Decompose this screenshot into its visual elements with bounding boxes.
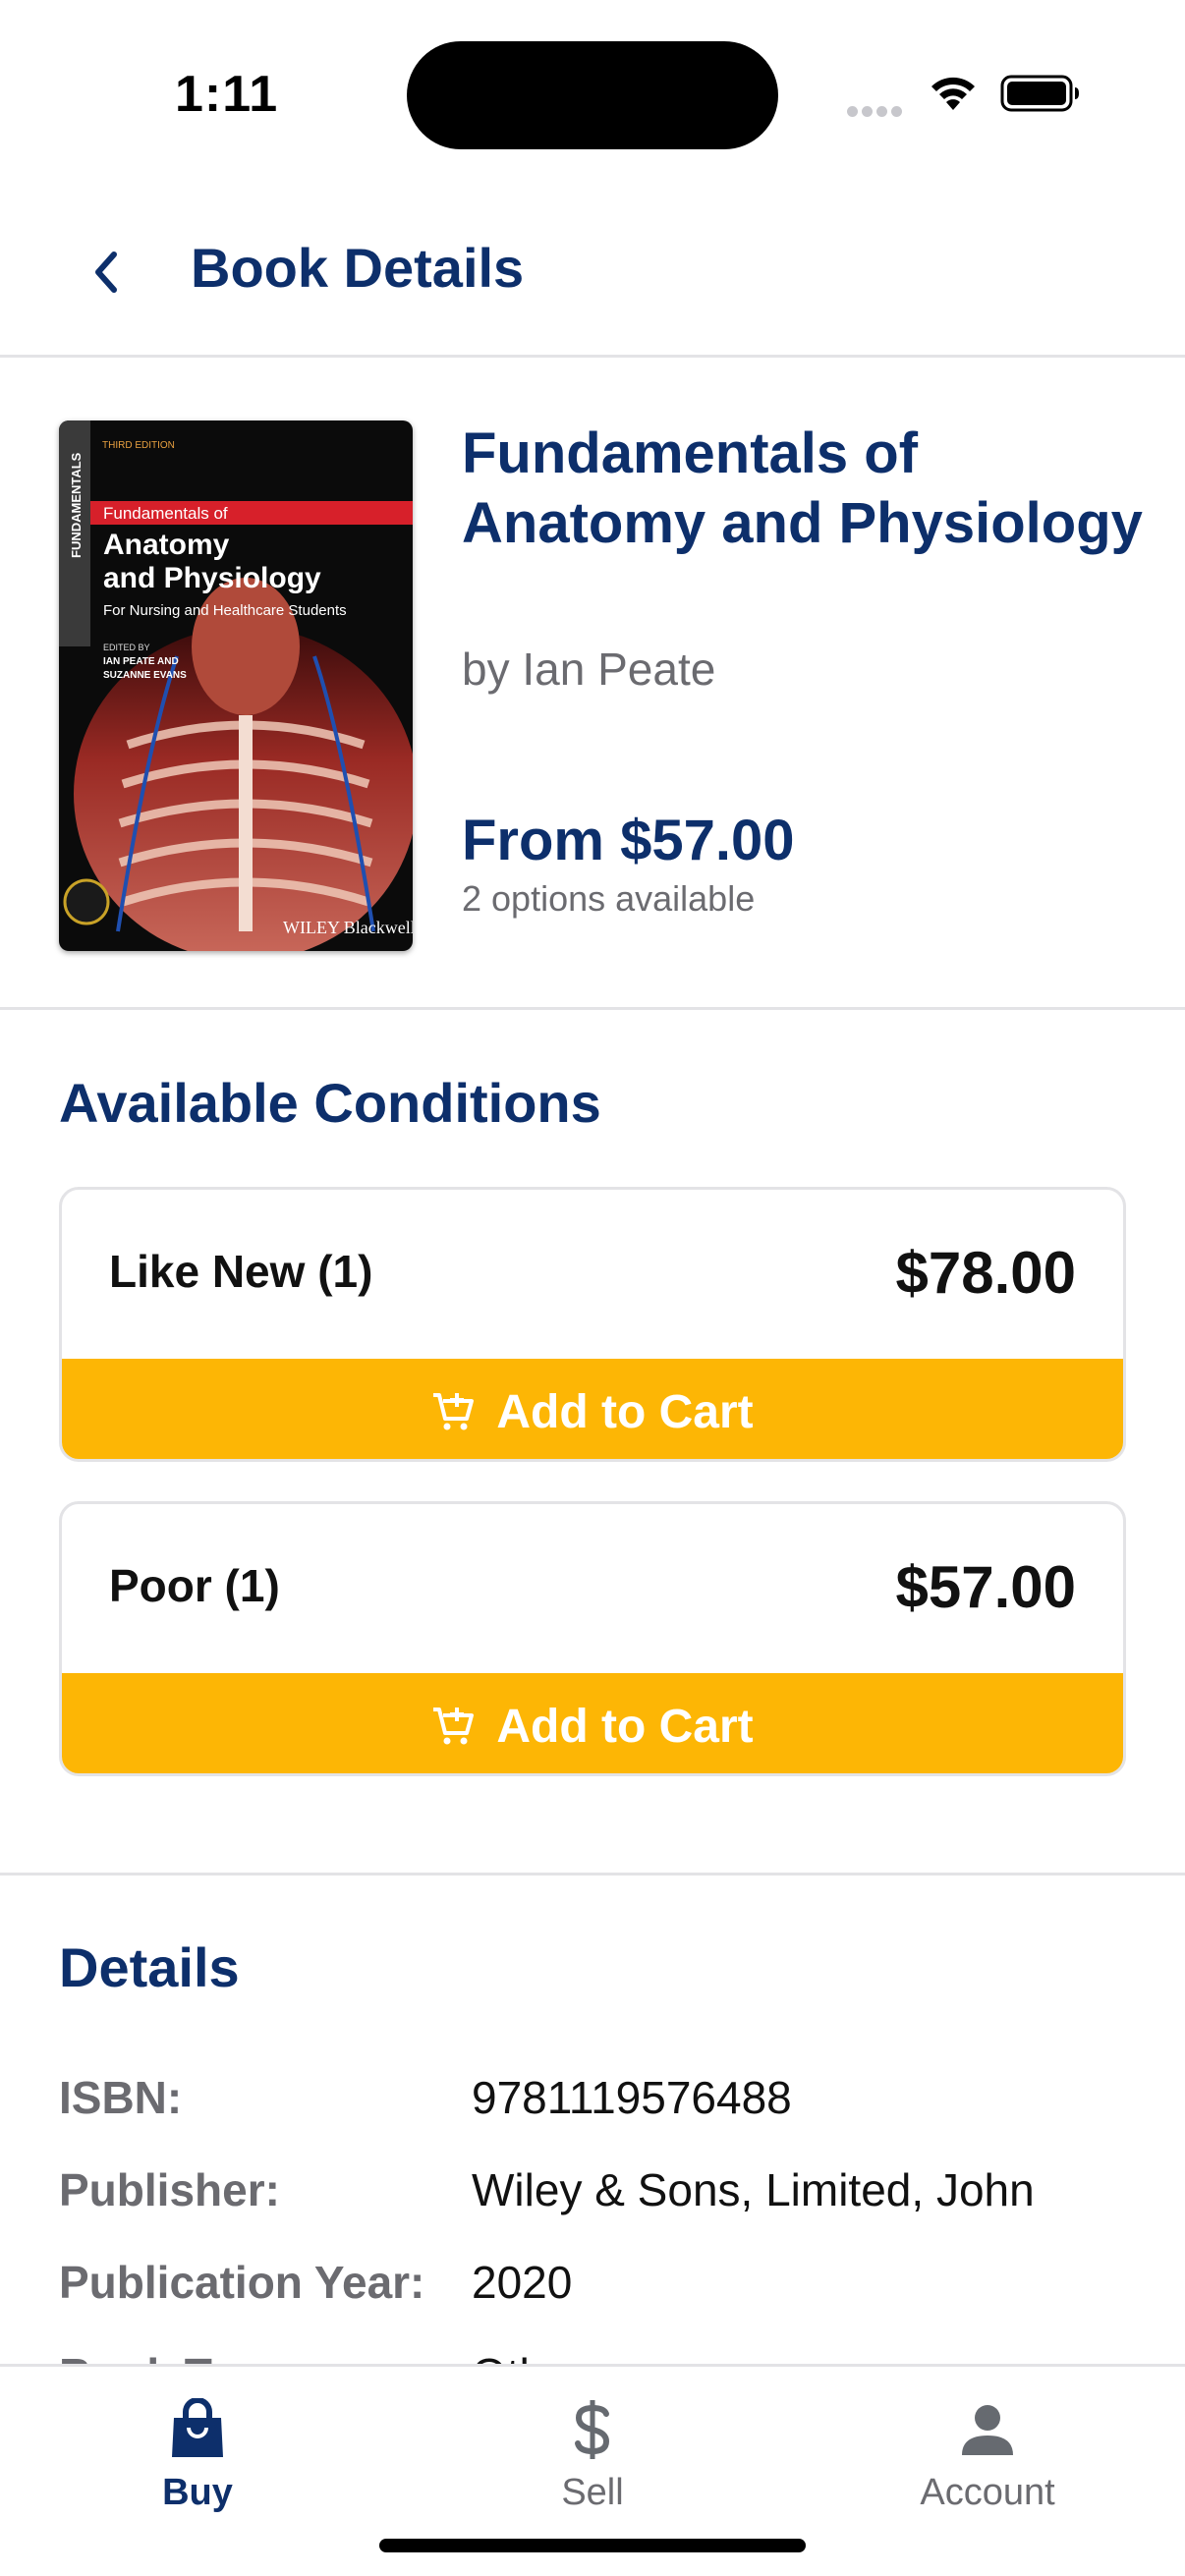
back-button[interactable] <box>77 238 136 307</box>
detail-row-publication-year: Publication Year: 2020 <box>59 2256 1140 2315</box>
shopping-bag-icon <box>172 2397 223 2457</box>
detail-row-isbn: ISBN: 9781119576488 <box>59 2071 1140 2130</box>
status-bar: 1:11 <box>0 0 1185 187</box>
tab-sell[interactable]: Sell <box>395 2396 790 2514</box>
options-count: 2 options available <box>462 878 756 919</box>
book-summary: THIRD EDITION Fundamentals of Anatomy an… <box>0 358 1185 1010</box>
condition-card: Poor (1) $57.00 Add to Cart <box>59 1501 1126 1776</box>
tab-label: Account <box>920 2472 1055 2513</box>
tab-label: Sell <box>561 2472 624 2513</box>
status-icons <box>845 69 1081 118</box>
cover-tagline: For Nursing and Healthcare Students <box>103 602 347 619</box>
detail-value: Wiley & Sons, Limited, John <box>472 2164 1035 2215</box>
tab-label: Buy <box>162 2472 233 2513</box>
add-to-cart-label: Add to Cart <box>496 1700 754 1753</box>
condition-label: Poor (1) <box>109 1560 280 1611</box>
cover-title-line1: Anatomy <box>103 529 230 561</box>
detail-row-publisher: Publisher: Wiley & Sons, Limited, John <box>59 2163 1140 2222</box>
chevron-left-icon <box>95 252 117 293</box>
price-from: From $57.00 <box>462 809 795 872</box>
cover-edited-by: EDITED BY <box>103 643 150 652</box>
conditions-section-title: Available Conditions <box>59 1072 601 1134</box>
cover-title-line2: and Physiology <box>103 562 321 594</box>
status-time: 1:11 <box>175 66 279 123</box>
home-indicator <box>379 2539 806 2552</box>
cover-publisher-text: WILEY Blackwell <box>283 918 413 937</box>
battery-icon <box>1000 75 1079 112</box>
detail-value: 9781119576488 <box>472 2072 792 2123</box>
detail-key: ISBN: <box>59 2072 183 2123</box>
cart-plus-icon <box>433 1393 475 1430</box>
details-section-title: Details <box>59 1936 240 1998</box>
cover-editor1: IAN PEATE AND <box>103 656 179 667</box>
cellular-signal-icon <box>847 104 906 122</box>
cover-editor2: SUZANNE EVANS <box>103 670 187 681</box>
condition-card: Like New (1) $78.00 Add to Cart <box>59 1187 1126 1462</box>
detail-key: Publication Year: <box>59 2257 425 2308</box>
cover-subtitle-text: Fundamentals of <box>103 504 228 523</box>
book-title: Fundamentals of Anatomy and Physiology <box>462 421 1143 555</box>
dynamic-island <box>407 41 778 149</box>
cover-spine-text: FUNDAMENTALS <box>69 452 84 558</box>
add-to-cart-button[interactable]: Add to Cart <box>62 1359 1123 1459</box>
condition-price: $57.00 <box>895 1554 1076 1620</box>
condition-label: Like New (1) <box>109 1246 373 1297</box>
detail-key: Publisher: <box>59 2164 280 2215</box>
person-icon <box>962 2404 1013 2455</box>
cover-edition-text: THIRD EDITION <box>102 440 175 451</box>
add-to-cart-label: Add to Cart <box>496 1385 754 1438</box>
page-title: Book Details <box>191 237 525 299</box>
dollar-icon <box>575 2399 610 2459</box>
detail-value: 2020 <box>472 2257 573 2308</box>
book-author: by Ian Peate <box>462 644 716 695</box>
condition-price: $78.00 <box>895 1240 1076 1306</box>
book-cover-image[interactable]: THIRD EDITION Fundamentals of Anatomy an… <box>59 420 413 951</box>
section-divider <box>0 1873 1185 1876</box>
nav-header: Book Details <box>0 187 1185 358</box>
add-to-cart-button[interactable]: Add to Cart <box>62 1673 1123 1773</box>
wifi-icon <box>931 77 975 110</box>
cart-plus-icon <box>433 1708 475 1745</box>
tab-buy[interactable]: Buy <box>0 2396 395 2514</box>
tab-account[interactable]: Account <box>790 2396 1185 2514</box>
